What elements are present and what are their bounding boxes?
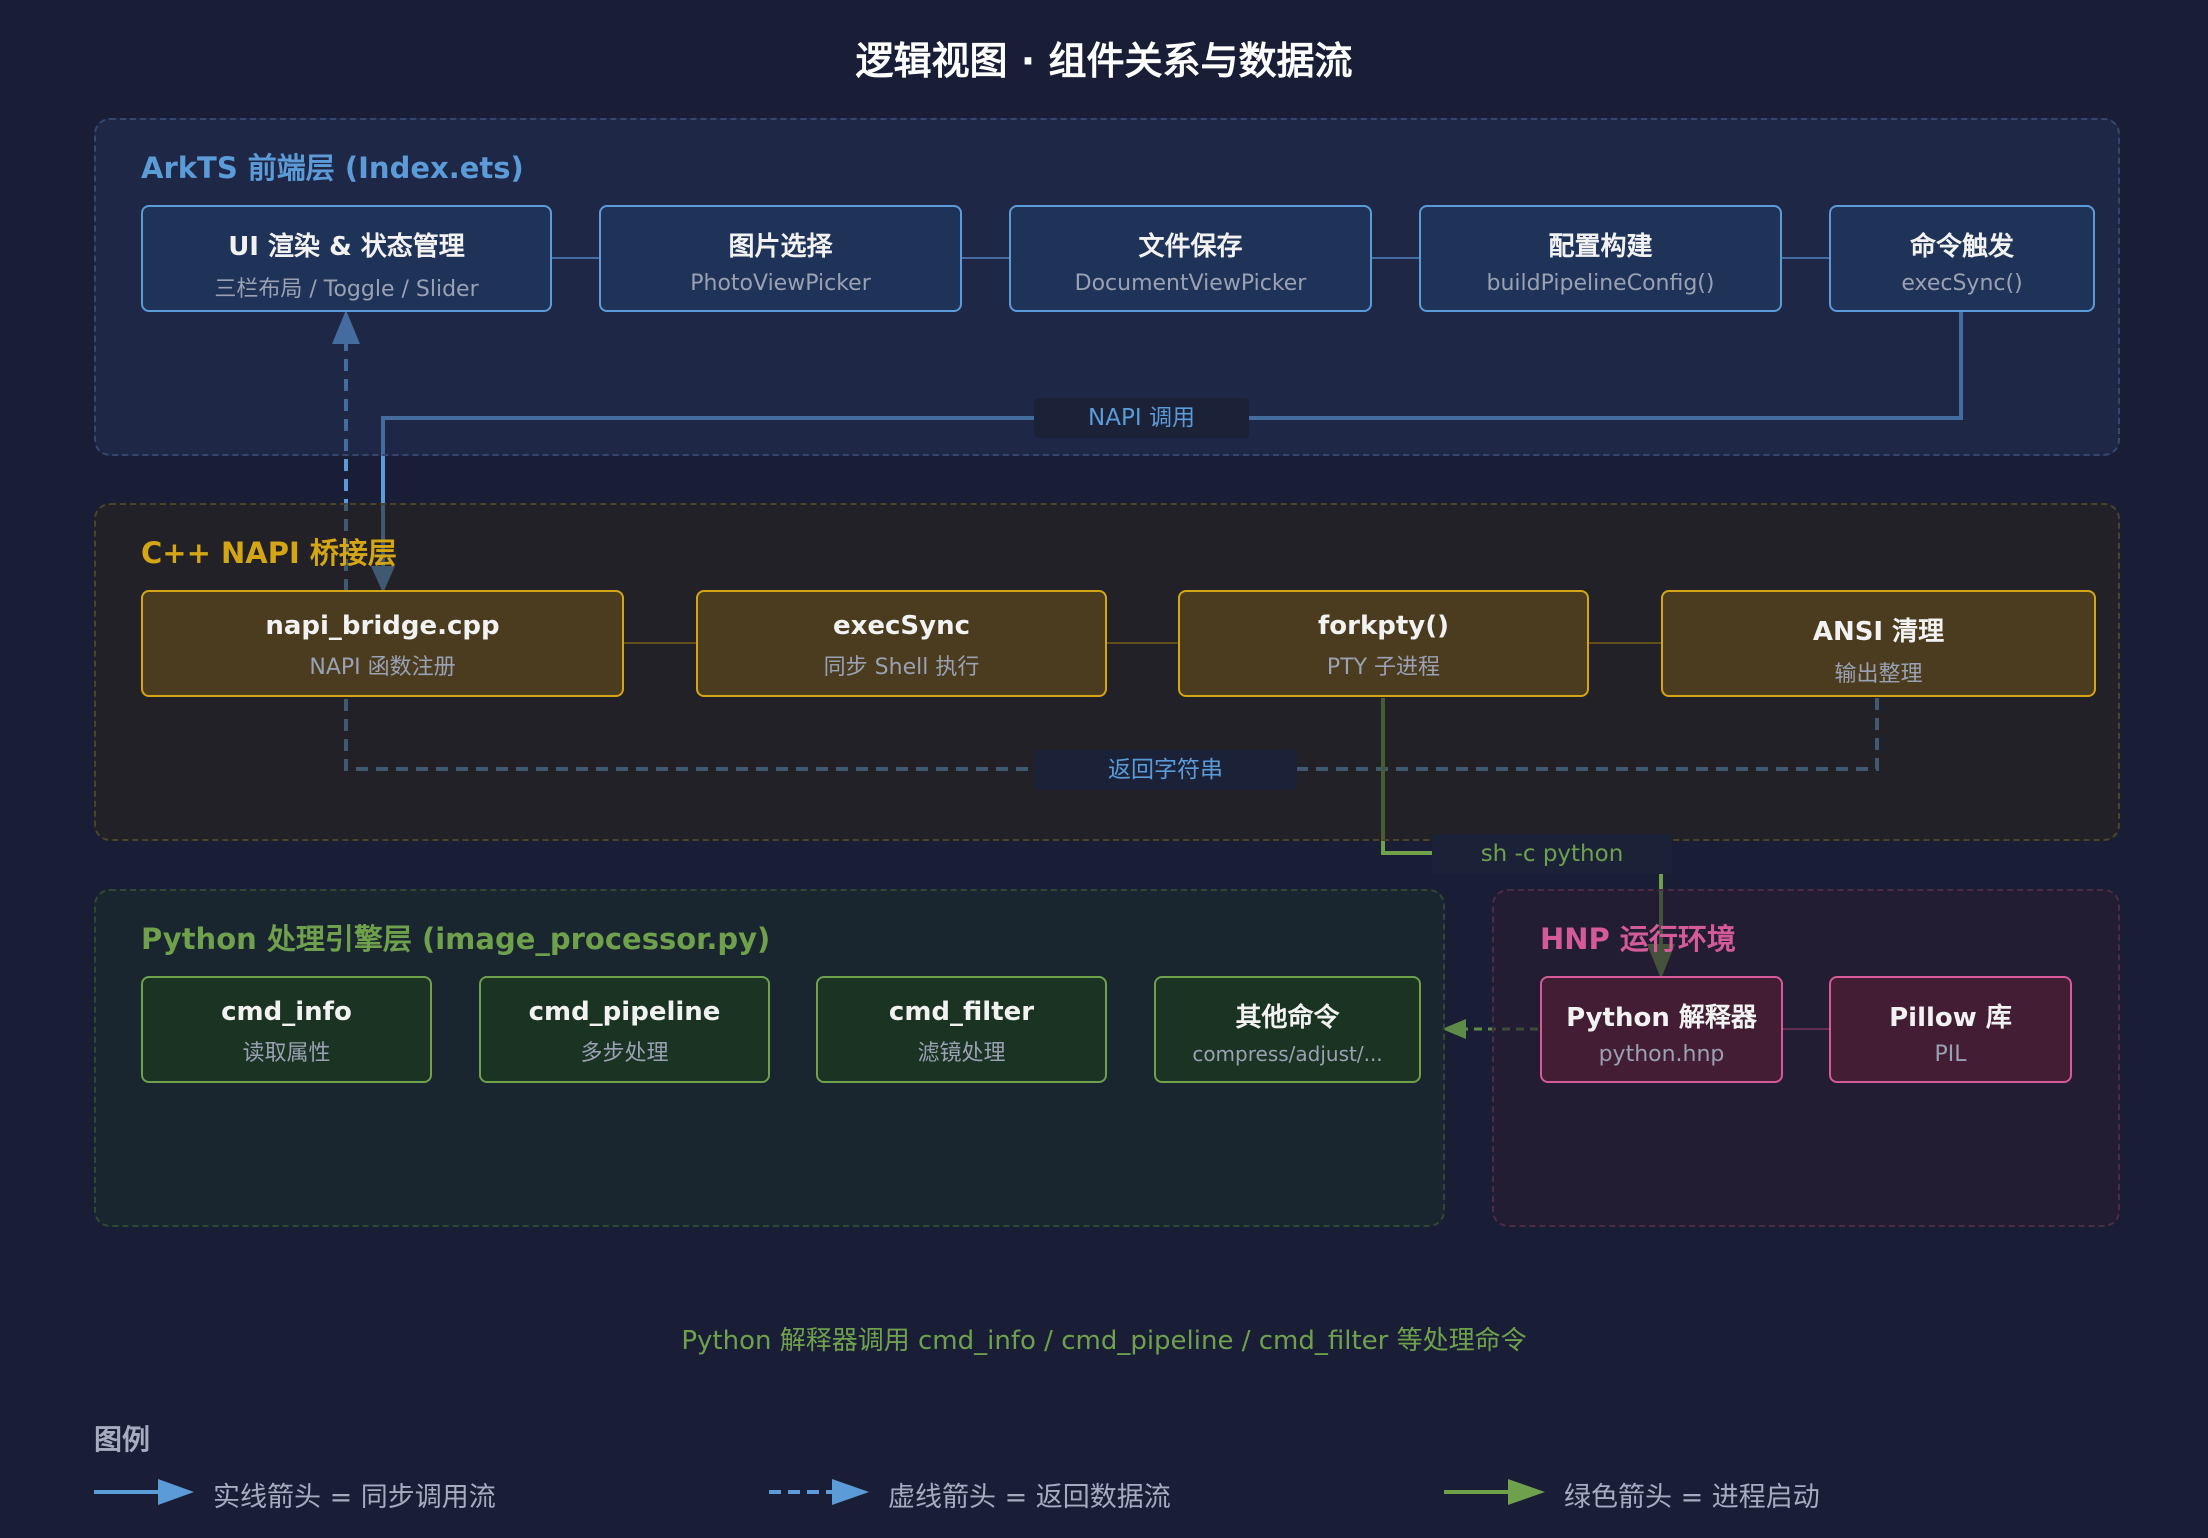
node-subtitle: DocumentViewPicker (1074, 271, 1307, 296)
node-title: 图片选择 (728, 232, 833, 262)
node-subtitle: 同步 Shell 执行 (823, 655, 980, 680)
node-subtitle: 滤镜处理 (917, 1041, 1006, 1066)
node-subtitle: NAPI 函数注册 (309, 655, 456, 680)
layer-python-title: Python 处理引擎层 (image_processor.py) (141, 922, 771, 956)
legend-dashed-label: 虚线箭头 = 返回数据流 (888, 1482, 1171, 1513)
node-title: cmd_filter (888, 997, 1035, 1027)
legend-dashed-arrow-icon (769, 1479, 869, 1505)
legend-green-label: 绿色箭头 = 进程启动 (1564, 1482, 1820, 1513)
node-title: 命令触发 (1909, 232, 2014, 262)
node-napi-bridge[interactable]: napi_bridge.cpp NAPI 函数注册 (141, 590, 624, 697)
legend-solid-arrow-icon (94, 1479, 194, 1505)
edge-label-sh-python: sh -c python (1432, 834, 1672, 874)
node-title: napi_bridge.cpp (265, 611, 500, 641)
node-subtitle: 输出整理 (1834, 662, 1923, 687)
node-subtitle: 多步处理 (580, 1041, 669, 1066)
node-title: Python 解释器 (1566, 1003, 1757, 1033)
edge-label-napi-call: NAPI 调用 (1034, 398, 1249, 438)
node-title: forkpty() (1317, 611, 1450, 641)
node-python-interpreter[interactable]: Python 解释器 python.hnp (1540, 976, 1783, 1083)
node-subtitle: PhotoViewPicker (690, 271, 871, 296)
layer-arkts-title: ArkTS 前端层 (Index.ets) (141, 151, 524, 185)
node-title: ANSI 清理 (1812, 617, 1945, 647)
node-subtitle: execSync() (1901, 271, 2023, 296)
node-subtitle: PIL (1934, 1042, 1967, 1067)
node-title: 文件保存 (1138, 232, 1243, 262)
edge-label-return-string: 返回字符串 (1034, 750, 1297, 790)
node-image-picker[interactable]: 图片选择 PhotoViewPicker (599, 205, 962, 312)
node-title: cmd_pipeline (528, 997, 721, 1027)
node-subtitle: compress/adjust/... (1192, 1042, 1383, 1066)
node-cmd-filter[interactable]: cmd_filter 滤镜处理 (816, 976, 1107, 1083)
node-title: Pillow 库 (1889, 1003, 2012, 1033)
legend-solid-label: 实线箭头 = 同步调用流 (213, 1482, 496, 1513)
diagram-footnote: Python 解释器调用 cmd_info / cmd_pipeline / c… (681, 1326, 1527, 1356)
node-config-build[interactable]: 配置构建 buildPipelineConfig() (1419, 205, 1782, 312)
node-title: cmd_info (221, 997, 352, 1027)
node-cmd-info[interactable]: cmd_info 读取属性 (141, 976, 432, 1083)
node-other-commands[interactable]: 其他命令 compress/adjust/... (1154, 976, 1421, 1083)
layer-cpp-title: C++ NAPI 桥接层 (141, 536, 397, 570)
diagram-title: 逻辑视图 · 组件关系与数据流 (855, 39, 1353, 83)
node-title: 配置构建 (1548, 232, 1653, 262)
layer-hnp-title: HNP 运行环境 (1540, 922, 1736, 956)
node-subtitle: buildPipelineConfig() (1486, 271, 1715, 296)
node-command-trigger[interactable]: 命令触发 execSync() (1829, 205, 2095, 312)
legend-green-arrow-icon (1444, 1479, 1545, 1505)
node-subtitle: 三栏布局 / Toggle / Slider (214, 277, 479, 302)
node-pillow[interactable]: Pillow 库 PIL (1829, 976, 2072, 1083)
node-subtitle: PTY 子进程 (1326, 655, 1441, 680)
legend-title: 图例 (94, 1423, 151, 1456)
node-cmd-pipeline[interactable]: cmd_pipeline 多步处理 (479, 976, 770, 1083)
node-title: UI 渲染 & 状态管理 (228, 232, 465, 262)
node-forkpty[interactable]: forkpty() PTY 子进程 (1178, 590, 1589, 697)
node-file-save[interactable]: 文件保存 DocumentViewPicker (1009, 205, 1372, 312)
interpreter-dispatch-arrowhead (1442, 1019, 1466, 1039)
node-ui-render[interactable]: UI 渲染 & 状态管理 三栏布局 / Toggle / Slider (141, 205, 552, 312)
node-subtitle: 读取属性 (242, 1041, 331, 1066)
node-subtitle: python.hnp (1598, 1042, 1725, 1067)
node-title: 其他命令 (1235, 1003, 1340, 1033)
node-ansi-clean[interactable]: ANSI 清理 输出整理 (1661, 590, 2096, 697)
node-exec-sync[interactable]: execSync 同步 Shell 执行 (696, 590, 1107, 697)
node-title: execSync (832, 611, 971, 641)
